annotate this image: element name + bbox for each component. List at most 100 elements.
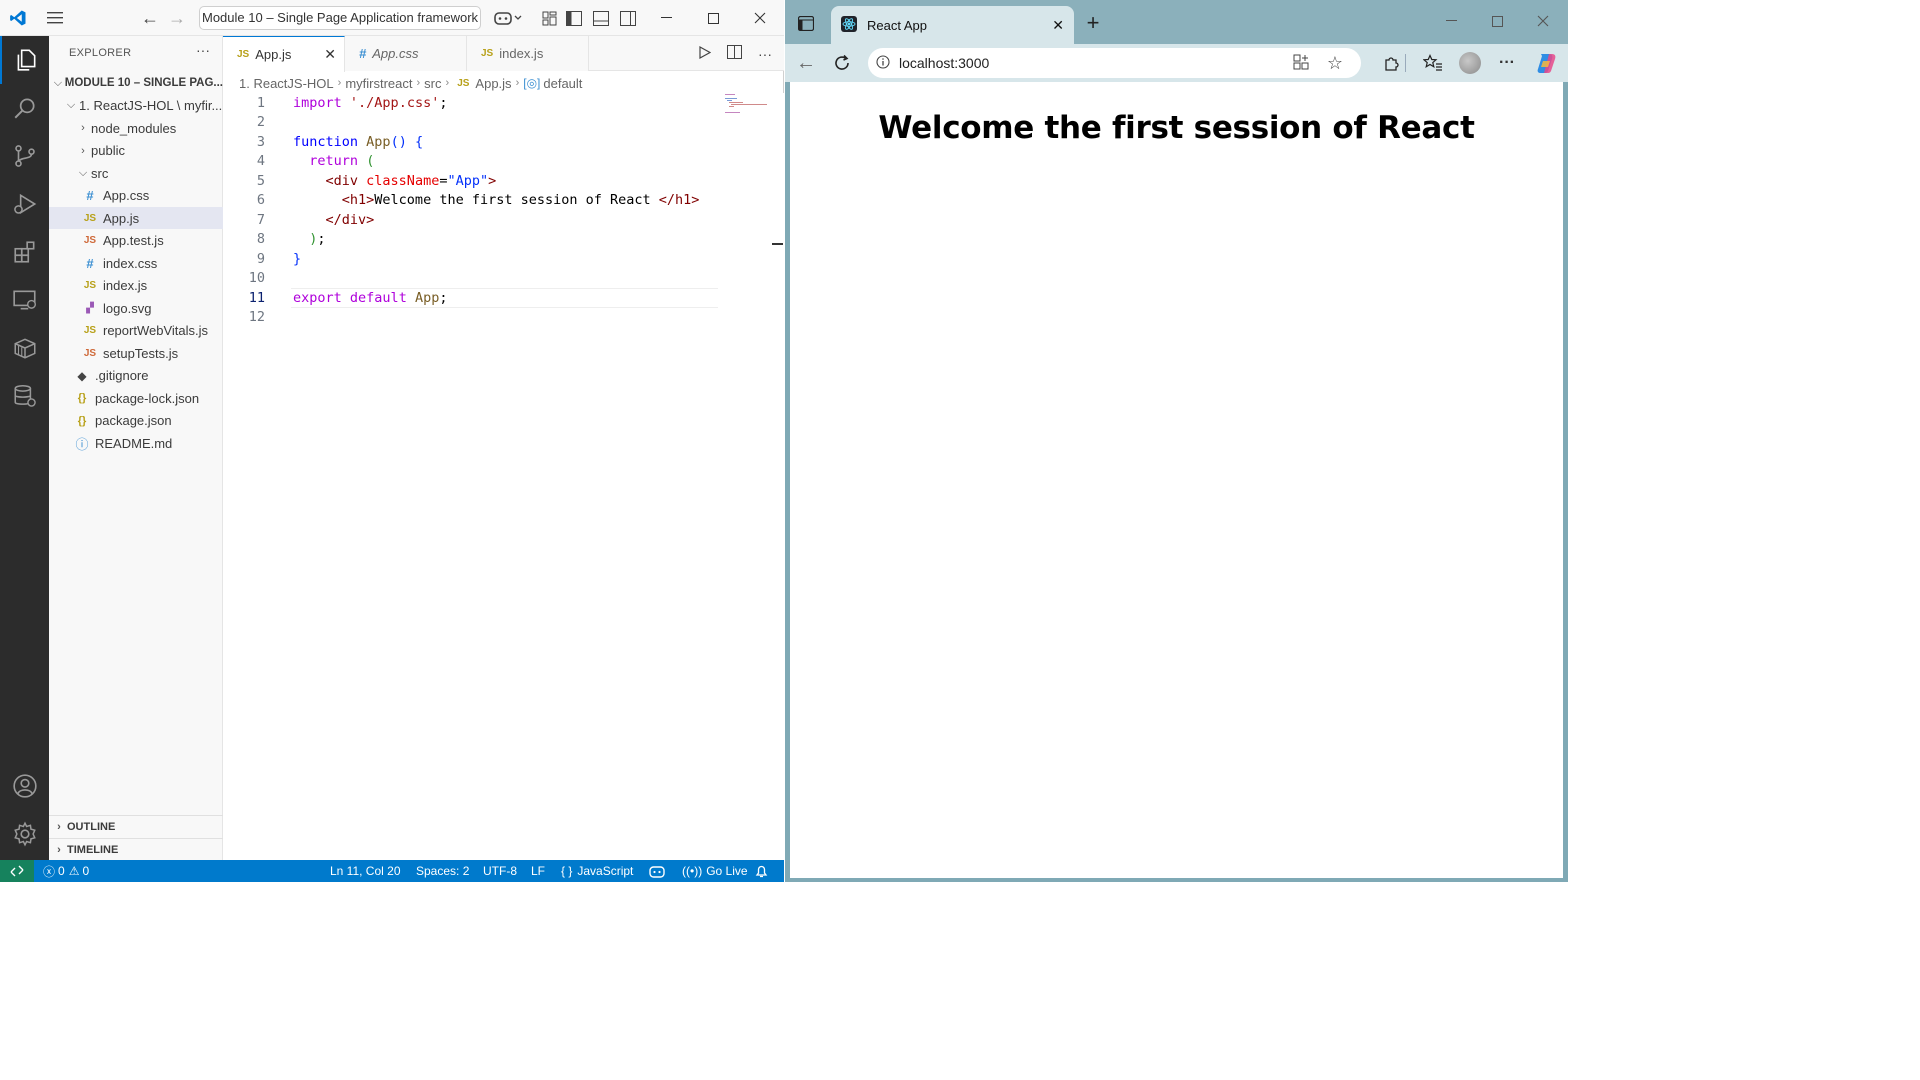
js-test-file-icon: JS: [83, 235, 97, 246]
account-icon[interactable]: [0, 762, 49, 810]
tab-index-js[interactable]: JS index.js: [467, 36, 589, 71]
tree-file[interactable]: ▞ logo.svg: [49, 297, 223, 319]
tree-file[interactable]: JS index.js: [49, 275, 223, 297]
tree-folder[interactable]: › public: [49, 140, 223, 162]
js-file-icon: JS: [457, 77, 470, 89]
favorites-icon[interactable]: [1422, 44, 1444, 82]
tree-folder[interactable]: ⌵ src: [49, 162, 223, 184]
site-info-icon[interactable]: [876, 54, 890, 72]
extensions-puzzle-icon[interactable]: [1381, 44, 1403, 82]
run-icon[interactable]: [699, 45, 712, 62]
command-center-search[interactable]: Module 10 – Single Page Application fram…: [199, 6, 481, 30]
source-control-icon[interactable]: [0, 132, 49, 180]
breadcrumb-item[interactable]: App.js: [475, 76, 511, 91]
language-mode[interactable]: { } JavaScript: [561, 860, 633, 882]
minimize-icon[interactable]: [655, 0, 677, 36]
new-tab-plus-icon[interactable]: +: [1083, 4, 1103, 42]
minimize-icon[interactable]: [1441, 2, 1461, 40]
code-line[interactable]: 4 return (: [223, 152, 723, 172]
outline-section[interactable]: › OUTLINE: [49, 815, 223, 837]
minimap[interactable]: [723, 93, 773, 123]
problems-indicator[interactable]: ⓧ 0 ⚠ 0: [43, 860, 89, 882]
address-bar[interactable]: localhost:3000 ☆: [868, 48, 1361, 78]
js-file-icon: JS: [83, 212, 97, 224]
code-line[interactable]: 11 export default App;: [223, 288, 723, 308]
close-window-icon[interactable]: [1533, 2, 1553, 40]
settings-more-icon[interactable]: ···: [1496, 44, 1518, 82]
code-line[interactable]: 10: [223, 269, 723, 289]
js-file-icon: JS: [83, 325, 97, 336]
close-window-icon[interactable]: [749, 0, 771, 36]
explorer-icon[interactable]: [0, 36, 49, 84]
workspace-root[interactable]: ⌵ MODULE 10 – SINGLE PAG...: [49, 72, 223, 94]
tree-file[interactable]: JS setupTests.js: [49, 342, 223, 364]
settings-gear-icon[interactable]: [0, 810, 49, 858]
code-line[interactable]: 9}: [223, 249, 723, 269]
tree-file[interactable]: JS App.js: [49, 207, 223, 229]
copilot-icon[interactable]: [492, 0, 524, 36]
tab-app-js[interactable]: JS App.js ✕: [223, 36, 345, 72]
tree-file[interactable]: # App.css: [49, 185, 223, 207]
breadcrumb-item[interactable]: src: [424, 76, 441, 91]
back-arrow-icon[interactable]: ←: [795, 44, 817, 82]
maximize-icon[interactable]: [702, 0, 724, 36]
code-line[interactable]: 2: [223, 113, 723, 133]
extensions-icon[interactable]: [0, 228, 49, 276]
tree-file[interactable]: {} package.json: [49, 410, 223, 432]
copilot-status-icon[interactable]: [649, 860, 665, 882]
code-line[interactable]: 3 function App() {: [223, 132, 723, 152]
tree-folder-root[interactable]: ⌵ 1. ReactJS-HOL \ myfir...: [49, 94, 223, 116]
tab-actions-icon[interactable]: [795, 4, 817, 42]
breadcrumb-item[interactable]: default: [543, 76, 582, 91]
tree-file[interactable]: {} package-lock.json: [49, 387, 223, 409]
code-line[interactable]: 5 <div className="App">: [223, 171, 723, 191]
more-actions-icon[interactable]: ···: [758, 46, 772, 62]
close-tab-icon[interactable]: ✕: [1052, 17, 1064, 34]
encoding[interactable]: UTF-8: [483, 860, 517, 882]
toggle-panel-icon[interactable]: [592, 0, 610, 36]
containers-icon[interactable]: [0, 324, 49, 372]
code-line[interactable]: 7 </div>: [223, 210, 723, 230]
go-live-button[interactable]: ((•)) Go Live: [682, 860, 748, 882]
app-available-icon[interactable]: [1293, 54, 1309, 73]
cursor-position[interactable]: Ln 11, Col 20: [330, 860, 401, 882]
code-editor[interactable]: 1 import './App.css'; 2 3 function App() {4 …: [223, 93, 784, 860]
tree-file[interactable]: # index.css: [49, 252, 223, 274]
tab-app-css[interactable]: # App.css: [345, 36, 467, 71]
code-line[interactable]: 6 <h1>Welcome the first session of React…: [223, 191, 723, 211]
notifications-bell-icon[interactable]: [755, 860, 768, 882]
tree-file[interactable]: ◆ .gitignore: [49, 365, 223, 387]
browser-tab-react-app[interactable]: React App ✕: [831, 6, 1074, 44]
back-arrow-icon[interactable]: ←: [140, 0, 160, 36]
code-line[interactable]: 8 );: [223, 230, 723, 250]
tree-file[interactable]: JS App.test.js: [49, 230, 223, 252]
tree-folder[interactable]: › node_modules: [49, 117, 223, 139]
tree-file[interactable]: JS reportWebVitals.js: [49, 320, 223, 342]
toggle-secondary-sidebar-icon[interactable]: [619, 0, 637, 36]
split-editor-icon[interactable]: [727, 45, 742, 62]
more-actions-icon[interactable]: ···: [196, 42, 210, 58]
layout-icon[interactable]: [540, 0, 558, 36]
breadcrumb-item[interactable]: 1. ReactJS-HOL: [239, 76, 334, 91]
maximize-icon[interactable]: [1487, 2, 1507, 40]
menu-icon[interactable]: [44, 0, 66, 36]
profile-avatar[interactable]: [1457, 44, 1483, 82]
tree-file[interactable]: ⓘ README.md: [49, 432, 223, 454]
forward-arrow-icon[interactable]: →: [167, 0, 187, 36]
favorite-star-icon[interactable]: ☆: [1327, 53, 1343, 74]
code-line[interactable]: 1 import './App.css';: [223, 93, 723, 113]
close-tab-icon[interactable]: ✕: [324, 46, 336, 63]
indentation[interactable]: Spaces: 2: [416, 860, 469, 882]
database-icon[interactable]: [0, 372, 49, 420]
refresh-icon[interactable]: [831, 44, 853, 82]
copilot-logo-icon[interactable]: [1533, 44, 1559, 82]
remote-indicator-icon[interactable]: [0, 860, 34, 882]
toggle-sidebar-icon[interactable]: [565, 0, 583, 36]
code-line[interactable]: 12: [223, 308, 723, 328]
search-icon[interactable]: [0, 84, 49, 132]
remote-explorer-icon[interactable]: [0, 276, 49, 324]
breadcrumb-item[interactable]: myfirstreact: [345, 76, 412, 91]
end-of-line[interactable]: LF: [531, 860, 545, 882]
timeline-section[interactable]: › TIMELINE: [49, 838, 223, 860]
run-debug-icon[interactable]: [0, 180, 49, 228]
